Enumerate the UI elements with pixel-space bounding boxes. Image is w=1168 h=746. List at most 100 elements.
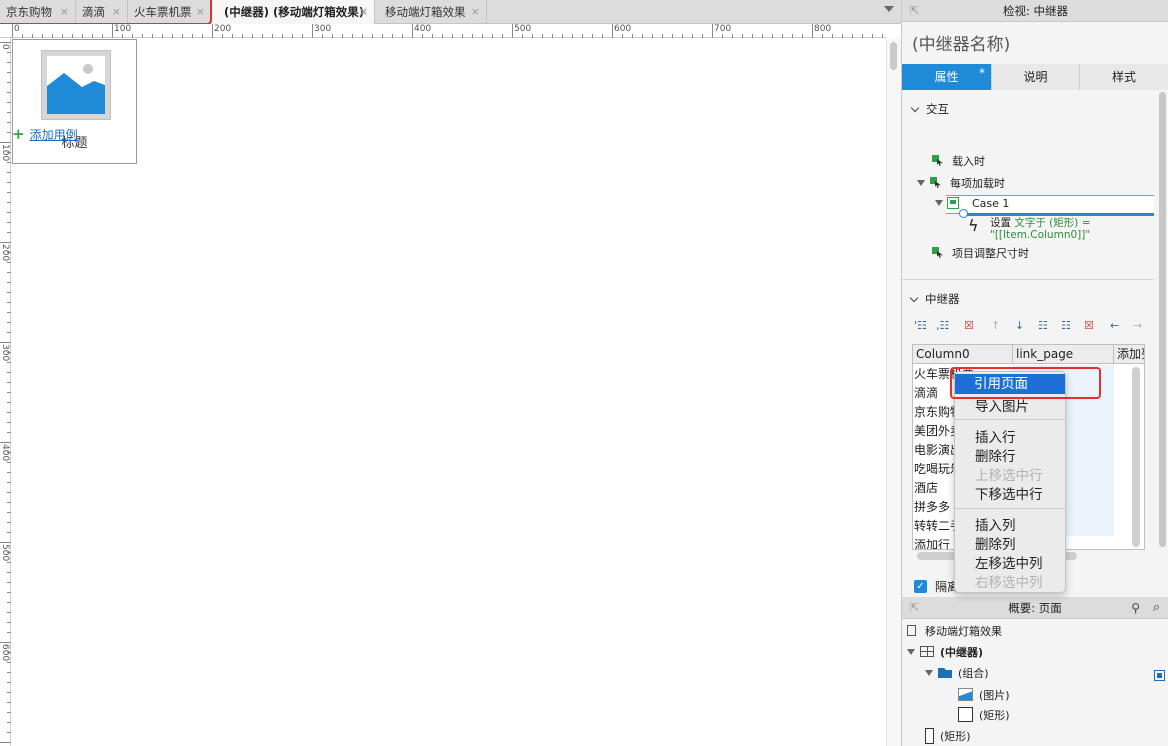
tab-lightbox[interactable]: 移动端灯箱效果 ×: [375, 0, 487, 24]
outline-item-rectangle[interactable]: (矩形): [958, 704, 1010, 723]
expand-triangle-icon[interactable]: [925, 670, 933, 676]
ruler-label: 800: [814, 24, 832, 34]
ruler-label: 0: [0, 44, 10, 50]
move-column-right-icon[interactable]: →: [1133, 319, 1142, 332]
widget-name-field[interactable]: (中继器名称): [912, 30, 1010, 55]
ruler-label: 600: [614, 24, 632, 34]
search-icon[interactable]: ⌕: [1153, 597, 1160, 619]
ruler-label: 100: [114, 24, 132, 34]
add-row-below-icon[interactable]: ,☷: [936, 319, 949, 332]
tab-label: (中继器) (移动端灯箱效果): [224, 5, 365, 19]
ruler-label: 100: [0, 144, 10, 162]
filter-icon[interactable]: ⚲: [1131, 597, 1140, 619]
section-divider: [902, 279, 1154, 280]
image-placeholder[interactable]: [41, 50, 111, 120]
tab-repeater-active[interactable]: (中继器) (移动端灯箱效果) ×: [212, 0, 375, 25]
ruler-label: 600: [0, 644, 10, 662]
case-drag-indicator: [962, 213, 1154, 216]
horizontal-ruler: 0 100 200 300 400 500 600 700 800: [0, 24, 886, 38]
event-icon: [932, 155, 944, 166]
case-icon: [947, 197, 959, 209]
grid-header-row: Column0 link_page 添加列: [913, 345, 1144, 364]
menu-separator: [955, 508, 1065, 509]
pin-icon[interactable]: ⇱: [910, 597, 919, 619]
add-row-above-icon[interactable]: '☷: [914, 319, 927, 332]
tab-notes[interactable]: 说明: [992, 64, 1080, 90]
delete-column-icon[interactable]: ☒: [1084, 319, 1094, 332]
add-case-link[interactable]: + 添加用例: [12, 125, 78, 143]
grid-vertical-scrollbar[interactable]: [1132, 367, 1140, 547]
grid-cell[interactable]: 酒店: [913, 479, 938, 498]
event-label: 项目调整尺寸时: [952, 247, 1029, 260]
menu-item-delete-row[interactable]: 删除行: [975, 445, 1016, 465]
tab-style[interactable]: 样式: [1080, 64, 1168, 90]
event-on-load[interactable]: 载入时: [932, 153, 985, 169]
grid-header-column0[interactable]: Column0: [913, 345, 1013, 364]
event-on-item-load[interactable]: 每项加载时: [917, 175, 1005, 191]
outline-item-image[interactable]: (图片): [958, 686, 1010, 703]
canvas-vertical-scrollbar[interactable]: [886, 38, 901, 746]
move-column-left-icon[interactable]: ←: [1110, 319, 1119, 332]
isolate-checkbox[interactable]: ✓: [914, 580, 927, 593]
case-label[interactable]: Case 1: [972, 197, 1009, 210]
add-column-right-icon[interactable]: ☷: [1061, 319, 1071, 332]
action-target: 文字于 (矩形) =: [1014, 217, 1091, 229]
expand-triangle-icon[interactable]: [917, 180, 925, 186]
ruler-label: 300: [0, 344, 10, 362]
grid-cell[interactable]: 滴滴: [913, 384, 938, 403]
outline-label: (矩形): [940, 730, 971, 743]
grid-header-add-column[interactable]: 添加列: [1114, 345, 1144, 364]
close-icon[interactable]: ×: [471, 0, 480, 24]
menu-item-insert-column[interactable]: 插入列: [975, 514, 1016, 534]
outline-item-repeater[interactable]: (中继器): [907, 644, 983, 660]
inspector-scrollbar[interactable]: [1159, 92, 1166, 592]
repeater-icon: [920, 646, 934, 657]
ruler-label: 300: [314, 24, 332, 34]
outline-item-rectangle-2[interactable]: (矩形): [925, 724, 971, 744]
tab-overflow-chevron-down-icon[interactable]: [884, 6, 894, 12]
menu-item-move-column-right[interactable]: 右移选中列: [975, 571, 1043, 591]
menu-item-insert-row[interactable]: 插入行: [975, 426, 1016, 446]
move-row-up-icon[interactable]: ↑: [991, 319, 1000, 332]
menu-item-move-row-up[interactable]: 上移选中行: [975, 464, 1043, 484]
outline-item-group[interactable]: (组合): [925, 665, 989, 681]
scrollbar-thumb[interactable]: [890, 42, 897, 70]
expand-triangle-icon[interactable]: [907, 649, 915, 655]
menu-item-move-row-down[interactable]: 下移选中行: [975, 483, 1043, 503]
design-canvas[interactable]: [11, 38, 886, 746]
app-window: 京东购物 × 滴滴 × 火车票机票 × (中继器) (移动端灯箱效果) × 移动…: [0, 0, 1168, 746]
interaction-section-header[interactable]: 交互: [910, 101, 949, 117]
tab-properties[interactable]: 属性 *: [902, 64, 992, 90]
menu-item-delete-column[interactable]: 删除列: [975, 533, 1016, 553]
rectangle-icon: [925, 728, 934, 744]
repeater-dataset-toolbar: '☷ ,☷ ☒ ↑ ↓ ☷ ☷ ☒ ← →: [914, 319, 1159, 335]
event-icon: [930, 177, 942, 188]
event-icon: [932, 247, 944, 258]
outline-item-page[interactable]: 移动端灯箱效果: [907, 623, 1002, 639]
action-set-text[interactable]: 设置 文字于 (矩形) = "[[Item.Column0]]": [990, 217, 1155, 241]
outline-header-title: 概要: 页面: [1008, 601, 1062, 615]
move-row-down-icon[interactable]: ↓: [1015, 319, 1024, 332]
grid-cell[interactable]: 拼多多: [913, 498, 950, 517]
ruler-label: 400: [414, 24, 432, 34]
menu-item-move-column-left[interactable]: 左移选中列: [975, 552, 1043, 572]
add-row-label[interactable]: 添加行: [913, 536, 950, 549]
case-drag-handle[interactable]: [959, 209, 968, 218]
repeater-item-widget[interactable]: 标题: [12, 39, 137, 164]
grid-header-link-page[interactable]: link_page: [1013, 345, 1114, 364]
image-placeholder-icon: [47, 56, 105, 114]
event-on-item-resize[interactable]: 项目调整尺寸时: [932, 245, 1029, 261]
close-icon[interactable]: ×: [359, 0, 368, 24]
add-column-left-icon[interactable]: ☷: [1038, 319, 1048, 332]
outline-selection-indicator[interactable]: [1154, 670, 1165, 681]
scrollbar-thumb[interactable]: [1159, 92, 1166, 547]
plus-icon: +: [12, 125, 25, 143]
repeater-section-header[interactable]: 中继器: [909, 291, 960, 307]
ruler-label: 0: [14, 24, 20, 34]
expand-triangle-icon[interactable]: [935, 200, 943, 206]
scrollbar-thumb[interactable]: [1132, 367, 1140, 547]
context-menu: 导入图片 插入行 删除行 上移选中行 下移选中行 插入列 删除列 左移选中列 右…: [954, 371, 1066, 593]
section-title: 交互: [926, 102, 949, 116]
delete-row-icon[interactable]: ☒: [964, 319, 974, 332]
pin-icon[interactable]: ⇱: [910, 0, 919, 22]
